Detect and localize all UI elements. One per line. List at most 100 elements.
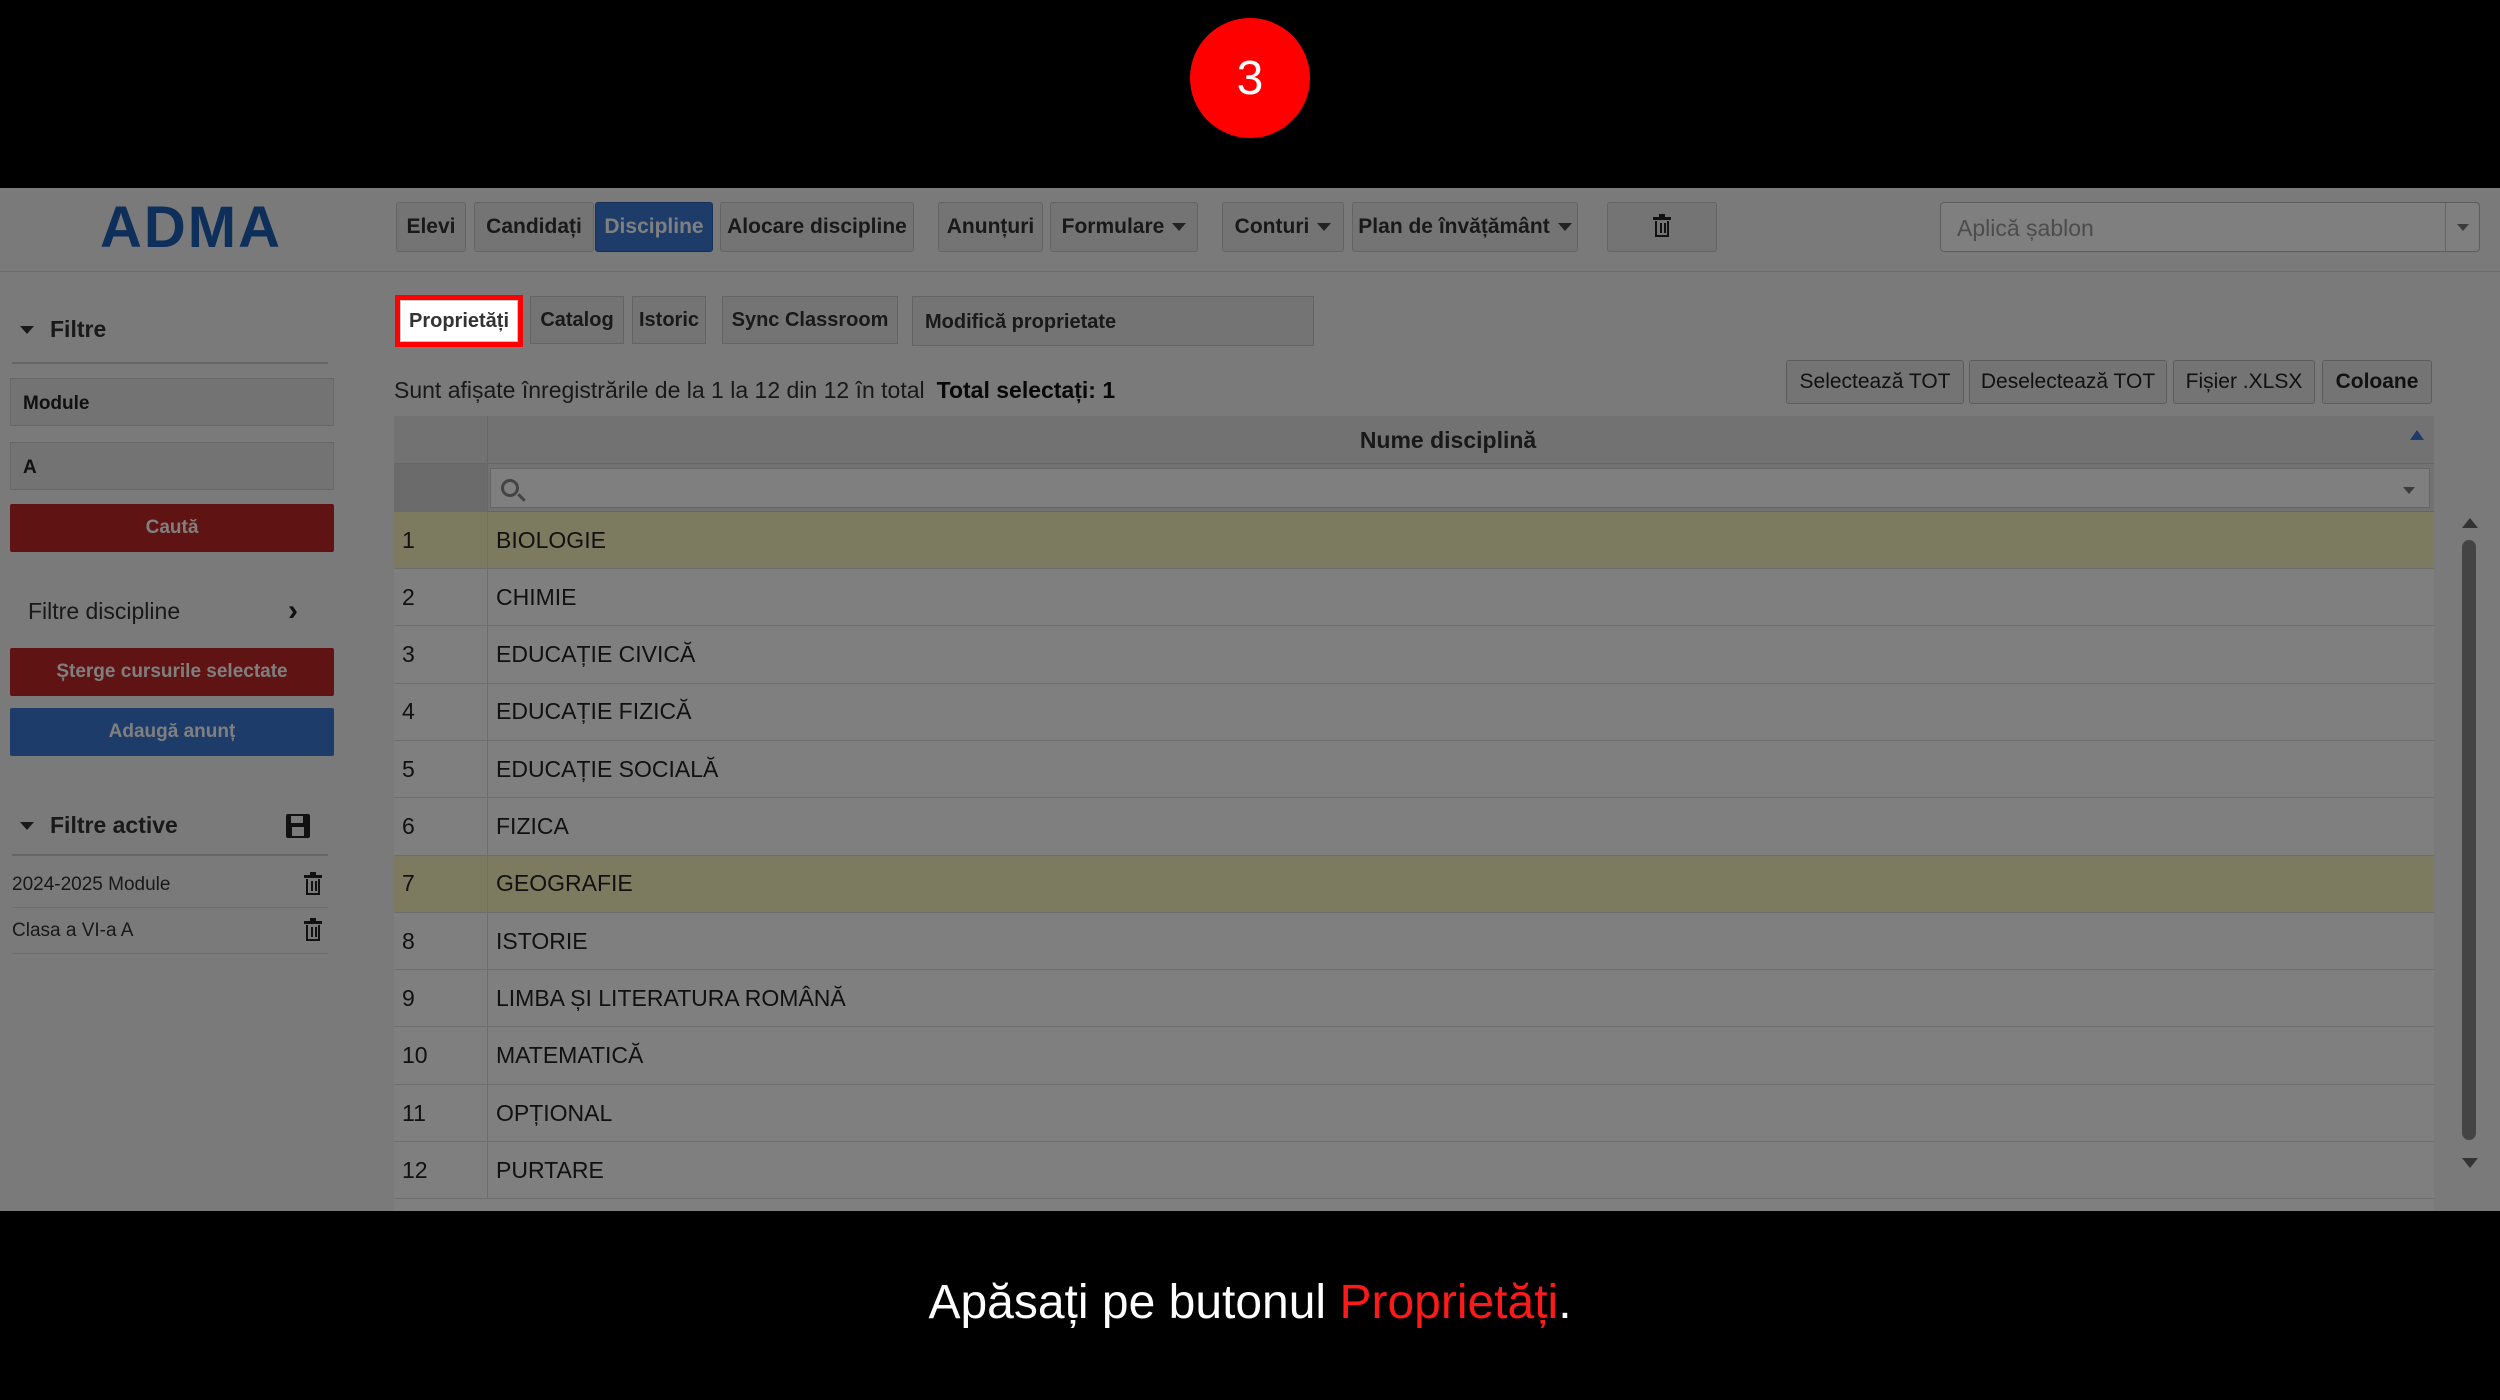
row-number: 3: [394, 626, 488, 684]
caption-suffix: .: [1558, 1276, 1572, 1329]
row-number: 10: [394, 1027, 488, 1085]
table-row[interactable]: 12 PURTARE: [394, 1141, 2434, 1200]
logo: ADMA: [100, 195, 282, 260]
discipline-name: BIOLOGIE: [496, 526, 606, 553]
records-info: Sunt afișate înregistrările de la 1 la 1…: [394, 377, 1115, 404]
nav-formulare-label: Formulare: [1061, 215, 1165, 238]
tab-catalog[interactable]: Catalog: [530, 296, 624, 344]
table-row[interactable]: 8 ISTORIE: [394, 912, 2434, 971]
tab-sync-classroom[interactable]: Sync Classroom: [722, 296, 898, 344]
nav-alocare-label: Alocare discipline: [727, 215, 907, 238]
nav-plan-invatamant[interactable]: Plan de învățământ: [1352, 202, 1578, 252]
discipline-name: CHIMIE: [496, 583, 577, 610]
discipline-name: PURTARE: [496, 1156, 604, 1183]
filter-disciplines-toggle[interactable]: Filtre discipline ›: [28, 594, 298, 628]
table-row[interactable]: 9 LIMBA ȘI LITERATURA ROMÂNĂ: [394, 969, 2434, 1028]
filter-number-cell: [394, 464, 488, 512]
nav-formulare[interactable]: Formulare: [1050, 202, 1198, 252]
caption-band: Apăsați pe butonul Proprietăți.: [0, 1211, 2500, 1400]
sidebar: Filtre Module A Caută Filtre discipline …: [0, 272, 350, 1211]
table-row[interactable]: 10 MATEMATICĂ: [394, 1027, 2434, 1085]
nav-conturi[interactable]: Conturi: [1222, 202, 1344, 252]
table-row[interactable]: 2 CHIMIE: [394, 568, 2434, 627]
filters-section-toggle[interactable]: Filtre: [20, 316, 106, 343]
selected-count: Total selectați: 1: [936, 377, 1116, 403]
nav-alocare-discipline[interactable]: Alocare discipline: [720, 202, 914, 252]
disciplines-table: Nume disciplină 1 BIOLOGIE 2 CHIMIE 3 EDUCAȚI…: [394, 416, 2434, 1211]
row-number: 9: [394, 969, 488, 1027]
row-number: 6: [394, 798, 488, 855]
table-row[interactable]: 7 GEOGRAFIE: [394, 855, 2434, 913]
column-header-name[interactable]: Nume disciplină: [488, 416, 2408, 464]
modify-property-select[interactable]: Modifică proprietate: [912, 296, 1314, 346]
nav-anunturi[interactable]: Anunțuri: [938, 202, 1043, 252]
chevron-right-icon: ›: [288, 594, 298, 627]
select-all-button[interactable]: Selectează TOT: [1786, 360, 1964, 404]
chevron-down-icon: [1557, 223, 1572, 231]
tab-istoric[interactable]: Istoric: [632, 296, 706, 344]
active-filter-label: Clasa a VI-a A: [12, 919, 134, 941]
table-row[interactable]: 4 EDUCAȚIE FIZICĂ: [394, 683, 2434, 741]
nav-discipline[interactable]: Discipline: [595, 202, 713, 252]
row-number: 4: [394, 683, 488, 741]
table-header: Nume disciplină: [394, 416, 2434, 464]
discipline-name: EDUCAȚIE FIZICĂ: [496, 698, 692, 725]
discipline-name: EDUCAȚIE CIVICĂ: [496, 641, 696, 668]
collapse-icon: [20, 821, 34, 830]
row-number: 2: [394, 568, 488, 626]
class-field[interactable]: A: [10, 442, 334, 490]
discipline-name: FIZICA: [496, 813, 569, 839]
chevron-down-icon: [1172, 223, 1187, 231]
chevron-down-icon[interactable]: [2403, 487, 2415, 494]
table-row[interactable]: 3 EDUCAȚIE CIVICĂ: [394, 626, 2434, 684]
scroll-down-arrow[interactable]: [2462, 1158, 2478, 1168]
nav-candidati[interactable]: Candidați: [474, 202, 594, 252]
module-field[interactable]: Module: [10, 378, 334, 426]
table-row[interactable]: 1 BIOLOGIE: [394, 511, 2434, 569]
caption-highlight: Proprietăți: [1339, 1276, 1559, 1329]
search-button[interactable]: Caută: [10, 504, 334, 552]
delete-button[interactable]: [1607, 202, 1717, 252]
add-announcement-button[interactable]: Adaugă anunț: [10, 708, 334, 756]
xlsx-export-button[interactable]: Fișier .XLSX: [2173, 360, 2315, 404]
records-text: Sunt afișate înregistrările de la 1 la 1…: [394, 377, 925, 403]
trash-icon[interactable]: [304, 871, 322, 895]
scroll-up-arrow[interactable]: [2462, 518, 2478, 528]
table-row[interactable]: 6 FIZICA: [394, 798, 2434, 856]
sort-ascending-icon[interactable]: [2410, 430, 2424, 440]
template-select[interactable]: Aplică șablon: [1940, 202, 2480, 252]
nav-candidati-label: Candidați: [486, 215, 582, 238]
deselect-all-button[interactable]: Deselectează TOT: [1969, 360, 2167, 404]
active-filters-header: Filtre active: [20, 812, 310, 839]
template-select-toggle[interactable]: [2445, 203, 2479, 251]
table-row[interactable]: 11 OPȚIONAL: [394, 1084, 2434, 1142]
trash-icon[interactable]: [304, 917, 322, 941]
delete-selected-courses-button[interactable]: Șterge cursurile selectate: [10, 648, 334, 696]
active-filters-title: Filtre active: [50, 812, 178, 838]
nav-discipline-label: Discipline: [604, 215, 704, 238]
discipline-name: ISTORIE: [496, 927, 588, 954]
nav-elevi-label: Elevi: [406, 215, 456, 238]
active-filter-item: 2024-2025 Module: [12, 862, 328, 908]
filters-title: Filtre: [50, 316, 107, 342]
save-icon[interactable]: [286, 813, 310, 838]
scrollbar-thumb[interactable]: [2462, 540, 2476, 1140]
row-number: 8: [394, 912, 488, 970]
row-number: 11: [394, 1084, 488, 1142]
divider: [12, 362, 328, 364]
top-band: 3: [0, 0, 2500, 188]
nav-conturi-label: Conturi: [1234, 215, 1310, 238]
row-number: 12: [394, 1141, 488, 1199]
tab-proprietati[interactable]: Proprietăți: [395, 295, 523, 347]
nav-plan-label: Plan de învățământ: [1358, 215, 1550, 238]
nav-elevi[interactable]: Elevi: [396, 202, 466, 252]
table-row[interactable]: 5 EDUCAȚIE SOCIALĂ: [394, 740, 2434, 799]
row-number: 1: [394, 511, 488, 569]
row-number-header: [394, 416, 488, 464]
columns-button[interactable]: Coloane: [2322, 360, 2432, 404]
column-filter-input[interactable]: [490, 468, 2430, 508]
discipline-name: LIMBA ȘI LITERATURA ROMÂNĂ: [496, 984, 846, 1011]
header: ADMA Elevi Candidați Discipline Alocare …: [0, 188, 2500, 272]
active-filters-toggle[interactable]: Filtre active: [20, 812, 178, 839]
step-badge: 3: [1190, 18, 1310, 138]
